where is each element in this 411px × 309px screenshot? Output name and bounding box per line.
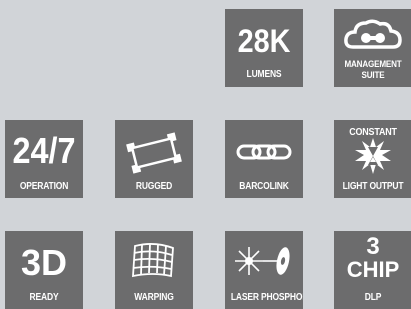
management-caption-line2: SUITE xyxy=(361,70,385,81)
chip-caption: DLP xyxy=(364,292,382,303)
operation-tile: 24/7 OPERATION xyxy=(5,120,83,198)
chip-label: CHIP xyxy=(346,257,400,282)
lumens-tile: 28K LUMENS xyxy=(225,9,303,87)
lumens-caption: LUMENS xyxy=(246,69,282,80)
constant-top-label: CONSTANT xyxy=(349,126,397,138)
management-caption-line1: MANAGEMENT xyxy=(344,59,402,70)
management-suite-tile: MANAGEMENT SUITE xyxy=(334,9,411,87)
laser-disc-icon xyxy=(225,243,303,279)
lumens-value: 28K xyxy=(237,23,291,59)
3d-ready-tile: 3D READY xyxy=(5,231,83,309)
laser-phosphor-tile: LASER PHOSPHOR xyxy=(225,231,303,309)
barcolink-tile: BARCOLINK xyxy=(225,120,303,198)
cloud-binoculars-icon xyxy=(334,17,411,51)
3-chip-dlp-tile: 3 CHIP DLP xyxy=(334,231,411,309)
chain-link-icon xyxy=(225,142,303,162)
operation-value: 24/7 xyxy=(12,130,76,171)
rugged-frame-icon xyxy=(115,132,193,174)
barcolink-caption: BARCOLINK xyxy=(239,181,289,192)
constant-light-output-tile: CONSTANT LIGHT OUTPUT xyxy=(334,120,411,198)
operation-caption: OPERATION xyxy=(19,181,69,192)
laser-caption: LASER PHOSPHOR xyxy=(230,292,303,303)
warping-caption: WARPING xyxy=(134,292,174,303)
rugged-caption: RUGGED xyxy=(135,181,173,192)
ready-caption: READY xyxy=(29,292,59,303)
constant-caption: LIGHT OUTPUT xyxy=(342,181,404,192)
ready-value: 3D xyxy=(20,242,68,283)
grid-warp-icon xyxy=(115,242,193,280)
chip-number: 3 xyxy=(366,233,380,260)
hourglass-burst-icon xyxy=(334,138,411,174)
rugged-tile: RUGGED xyxy=(115,120,193,198)
warping-tile: WARPING xyxy=(115,231,193,309)
